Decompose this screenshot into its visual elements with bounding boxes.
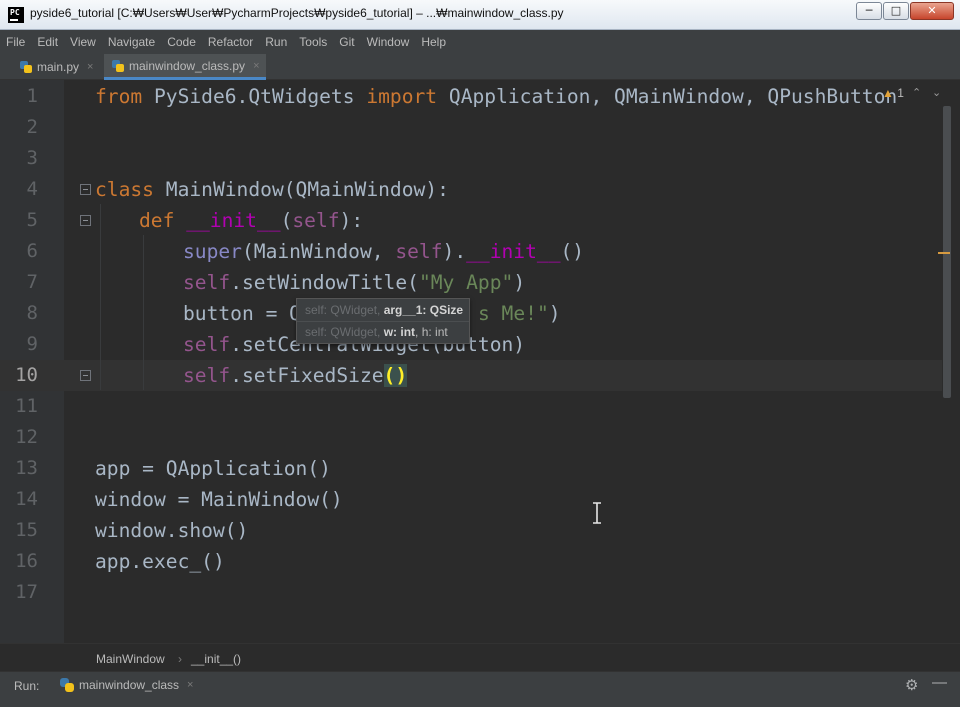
tooltip-signature-1: self: QWidget, arg__1: QSize bbox=[305, 303, 464, 317]
fold-toggle-icon[interactable] bbox=[80, 215, 91, 226]
window-title: pyside6_tutorial [C:₩Users₩User₩PycharmP… bbox=[30, 6, 564, 20]
line-number: 12 bbox=[15, 426, 38, 448]
tab-main-py[interactable]: main.py × bbox=[14, 54, 104, 80]
line-number: 4 bbox=[26, 178, 38, 200]
line-number: 11 bbox=[15, 395, 38, 417]
window-titlebar: PC pyside6_tutorial [C:₩Users₩User₩Pycha… bbox=[0, 0, 960, 30]
menu-bar: File Edit View Navigate Code Refactor Ru… bbox=[0, 30, 960, 54]
menu-window[interactable]: Window bbox=[361, 35, 416, 49]
pycharm-app-icon: PC bbox=[8, 7, 24, 23]
menu-view[interactable]: View bbox=[64, 35, 102, 49]
code-line-1: from PySide6.QtWidgets import QApplicati… bbox=[95, 85, 898, 108]
minimize-button[interactable]: ─ bbox=[856, 2, 882, 20]
code-line-6: super(MainWindow, self).__init__() bbox=[183, 240, 585, 263]
line-number: 13 bbox=[15, 457, 38, 479]
menu-git[interactable]: Git bbox=[333, 35, 360, 49]
code-line-13: app = QApplication() bbox=[95, 457, 331, 480]
run-configuration-tab[interactable]: mainwindow_class × bbox=[52, 672, 198, 698]
line-number: 14 bbox=[15, 488, 38, 510]
line-number: 15 bbox=[15, 519, 38, 541]
menu-run[interactable]: Run bbox=[259, 35, 293, 49]
breadcrumb: MainWindow › __init__() bbox=[0, 643, 960, 671]
indent-guide bbox=[100, 204, 101, 390]
breadcrumb-item-class[interactable]: MainWindow bbox=[96, 652, 165, 666]
run-tab-label: mainwindow_class bbox=[79, 678, 180, 692]
line-number: 17 bbox=[15, 581, 38, 603]
text-cursor-icon bbox=[593, 502, 601, 524]
window-controls: ─ □ ✕ bbox=[855, 2, 954, 20]
fold-end-icon[interactable] bbox=[80, 370, 91, 381]
line-number: 7 bbox=[26, 271, 38, 293]
tab-label: main.py bbox=[37, 60, 80, 74]
menu-refactor[interactable]: Refactor bbox=[202, 35, 259, 49]
line-number-current: 10 bbox=[15, 364, 38, 386]
maximize-button[interactable]: □ bbox=[883, 2, 909, 20]
tooltip-signature-2: self: QWidget, w: int, h: int bbox=[305, 325, 448, 339]
warning-icon: ▲ bbox=[882, 86, 894, 100]
line-number: 5 bbox=[26, 209, 38, 231]
breadcrumb-item-method[interactable]: __init__() bbox=[191, 652, 241, 666]
code-line-7: self.setWindowTitle("My App") bbox=[183, 271, 526, 294]
code-editor[interactable]: 1 2 3 4 5 6 7 8 9 10 11 12 13 14 15 16 1… bbox=[0, 80, 960, 643]
line-number: 9 bbox=[26, 333, 38, 355]
parameter-info-popup: self: QWidget, arg__1: QSize self: QWidg… bbox=[296, 298, 470, 344]
error-stripe-mark[interactable] bbox=[938, 252, 950, 254]
settings-gear-icon[interactable]: ⚙ bbox=[905, 676, 918, 694]
python-file-icon bbox=[112, 59, 124, 72]
code-line-5: def __init__(self): bbox=[139, 209, 364, 232]
menu-navigate[interactable]: Navigate bbox=[102, 35, 161, 49]
hide-panel-icon[interactable]: — bbox=[932, 674, 947, 691]
line-number: 16 bbox=[15, 550, 38, 572]
menu-help[interactable]: Help bbox=[415, 35, 452, 49]
line-number: 2 bbox=[26, 116, 38, 138]
fold-toggle-icon[interactable] bbox=[80, 184, 91, 195]
line-number: 3 bbox=[26, 147, 38, 169]
menu-edit[interactable]: Edit bbox=[31, 35, 64, 49]
warning-count: 1 bbox=[897, 86, 904, 100]
python-run-icon bbox=[60, 678, 74, 692]
next-highlight-icon[interactable]: ⌄ bbox=[932, 86, 941, 99]
tab-label: mainwindow_class.py bbox=[129, 58, 246, 73]
tooltip-divider bbox=[297, 321, 469, 322]
inspection-widget[interactable]: ▲ 1 bbox=[882, 86, 904, 100]
indent-guide bbox=[143, 235, 144, 390]
menu-file[interactable]: File bbox=[0, 35, 31, 49]
code-line-14: window = MainWindow() bbox=[95, 488, 343, 511]
code-line-4: class MainWindow(QMainWindow): bbox=[95, 178, 449, 201]
python-file-icon bbox=[20, 61, 32, 73]
line-number: 8 bbox=[26, 302, 38, 324]
line-number: 1 bbox=[26, 85, 38, 107]
close-run-tab-icon[interactable]: × bbox=[187, 679, 193, 691]
close-tab-icon[interactable]: × bbox=[87, 61, 93, 73]
line-number: 6 bbox=[26, 240, 38, 262]
code-line-10: self.setFixedSize() bbox=[183, 364, 408, 387]
run-label: Run: bbox=[14, 679, 40, 693]
breadcrumb-separator: › bbox=[178, 652, 182, 666]
code-line-16: app.exec_() bbox=[95, 550, 225, 573]
tab-mainwindow-class-py[interactable]: mainwindow_class.py × bbox=[104, 54, 266, 80]
code-line-15: window.show() bbox=[95, 519, 249, 542]
close-tab-icon[interactable]: × bbox=[253, 60, 259, 72]
editor-tab-bar: main.py × mainwindow_class.py × bbox=[0, 54, 960, 80]
previous-highlight-icon[interactable]: ⌃ bbox=[912, 86, 921, 99]
close-button[interactable]: ✕ bbox=[910, 2, 954, 20]
menu-code[interactable]: Code bbox=[161, 35, 202, 49]
caret-row-highlight bbox=[0, 360, 942, 391]
menu-tools[interactable]: Tools bbox=[293, 35, 333, 49]
run-tool-window-header: Run: mainwindow_class × ⚙ — bbox=[0, 671, 960, 707]
